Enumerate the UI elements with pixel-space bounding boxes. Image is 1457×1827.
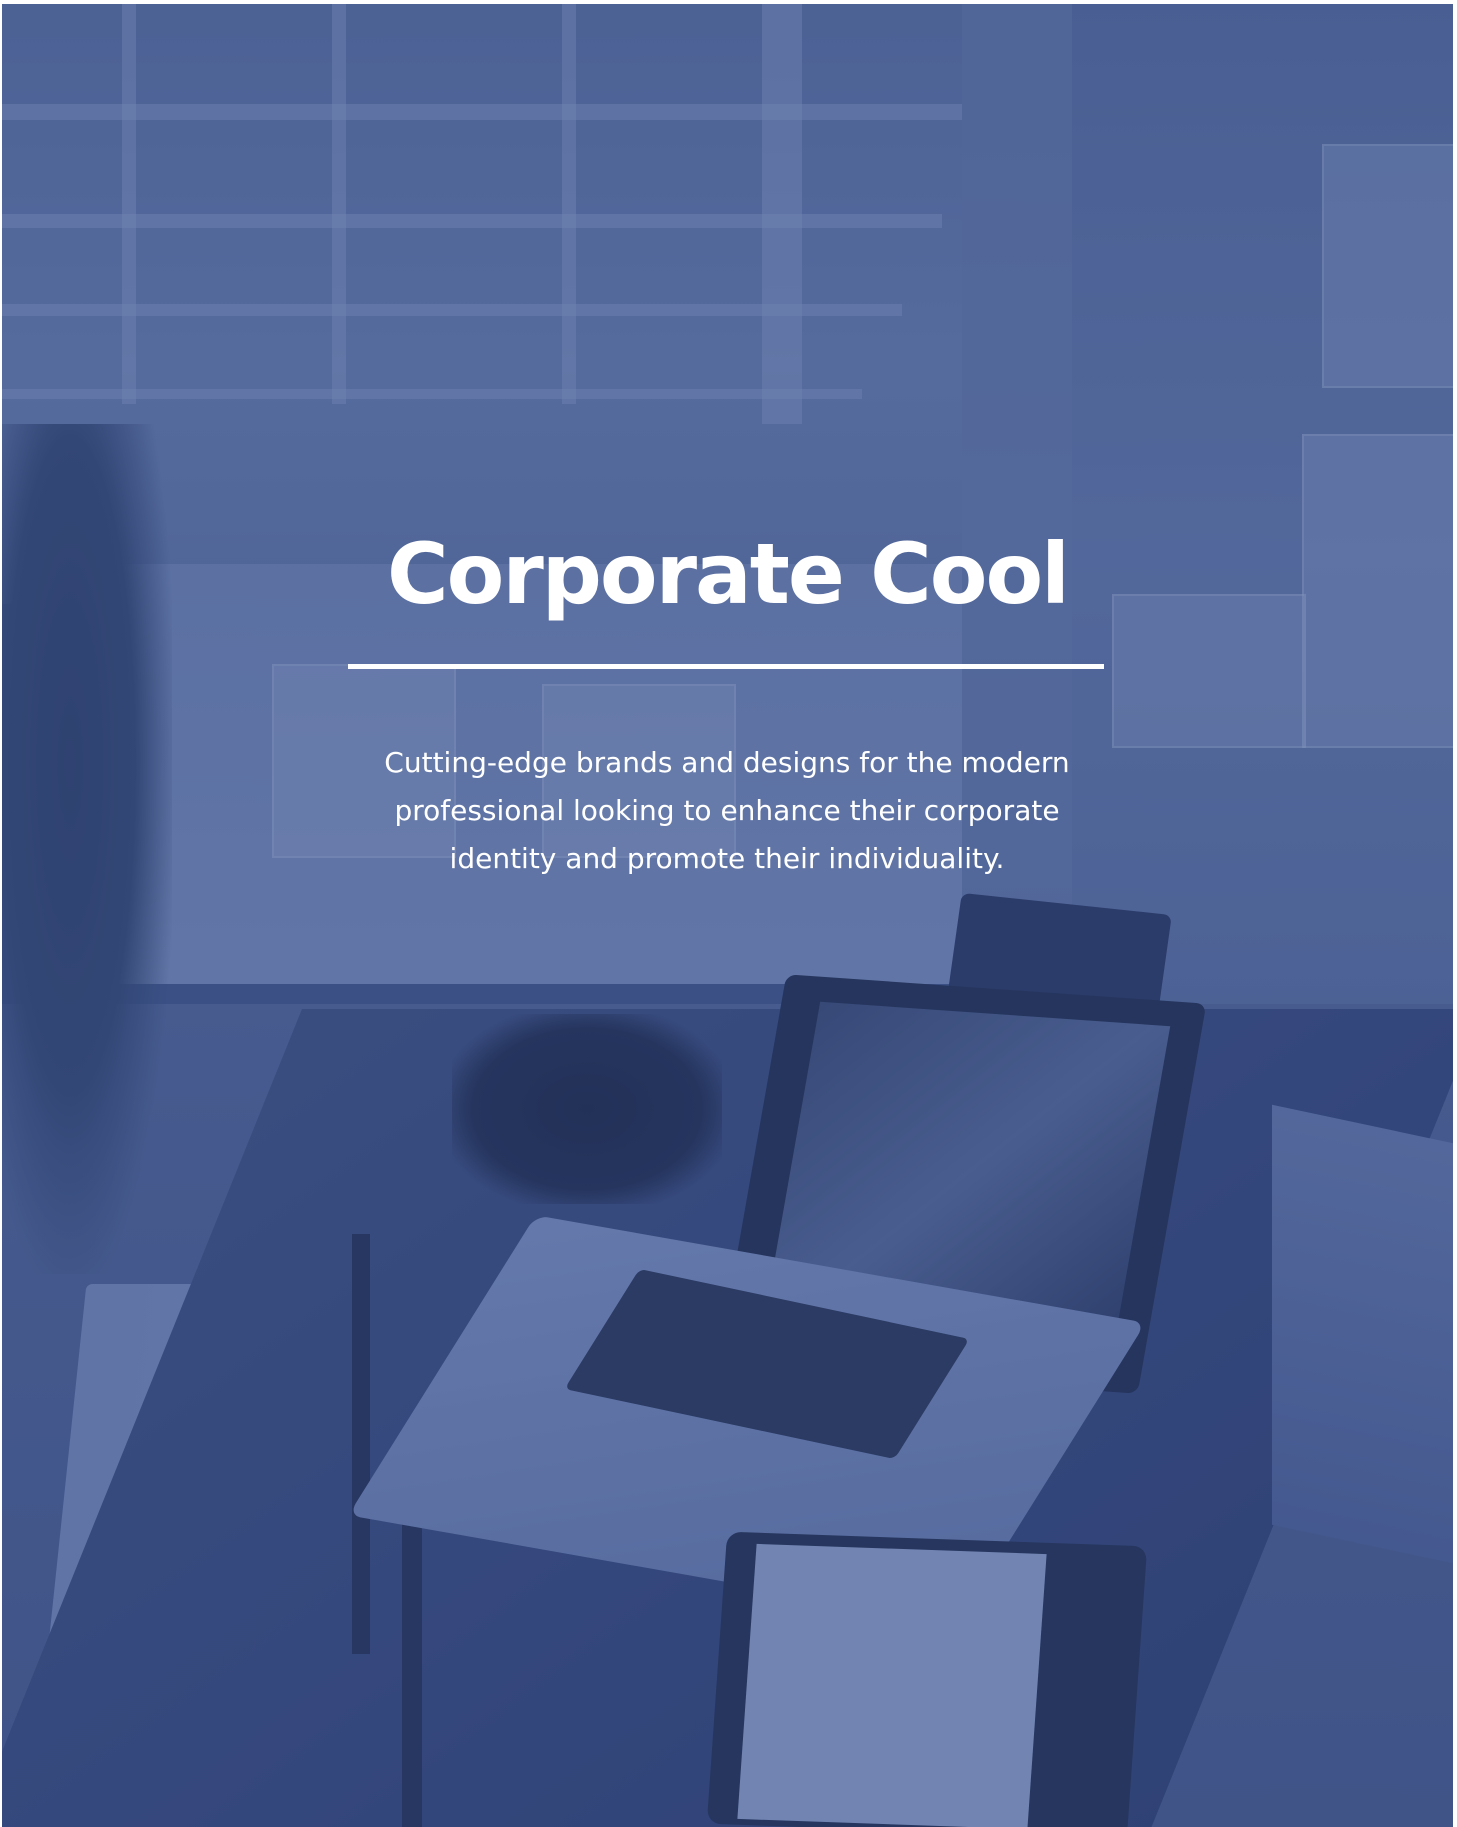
page-title: Corporate Cool	[387, 525, 1070, 623]
tagline: Cutting-edge brands and designs for the …	[384, 746, 1070, 875]
title-divider	[348, 664, 1104, 669]
cover-page: Corporate Cool Cutting-edge brands and d…	[2, 4, 1453, 1827]
hero-section: Corporate Cool Cutting-edge brands and d…	[2, 4, 1453, 1827]
